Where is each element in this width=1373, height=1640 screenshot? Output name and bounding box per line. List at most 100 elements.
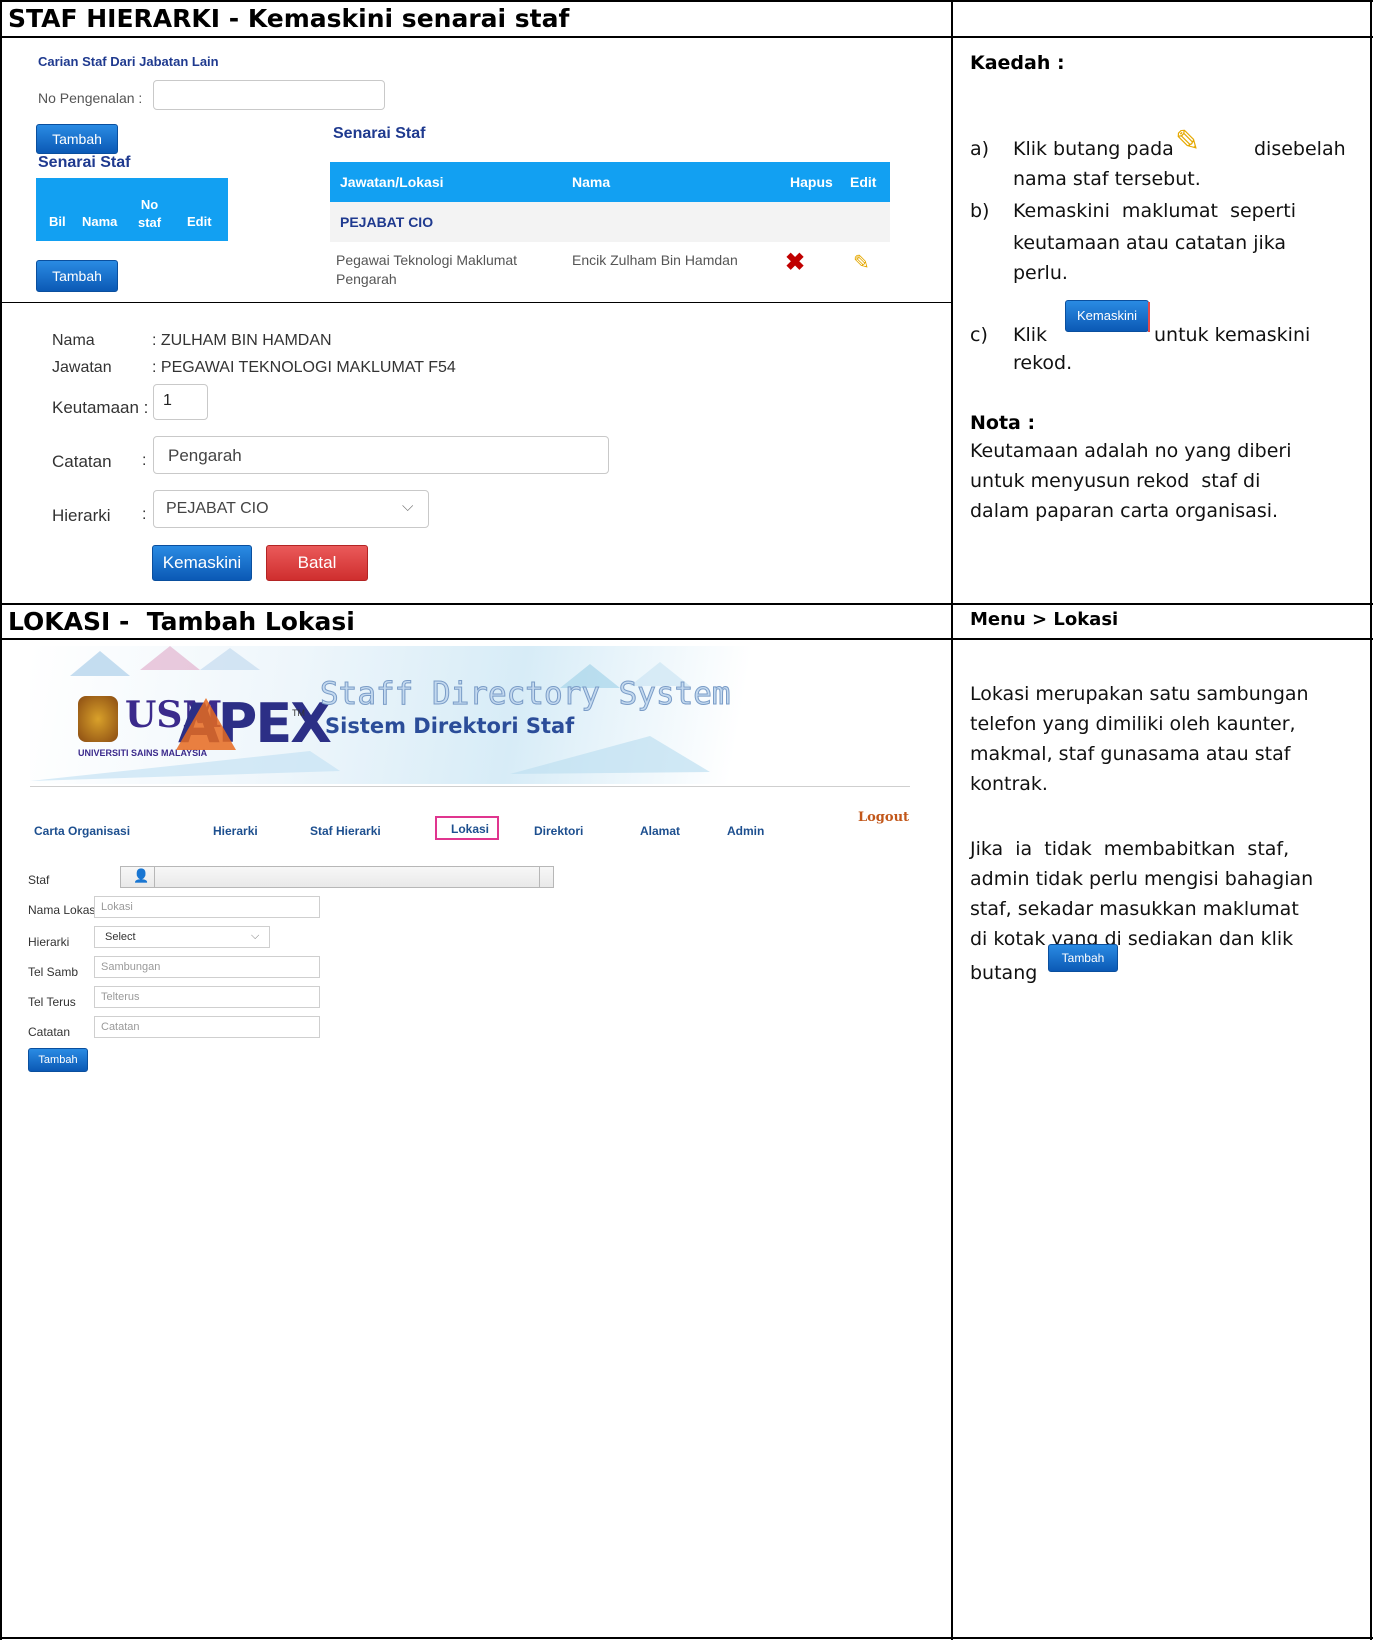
- desc-line9: butang: [970, 962, 1038, 984]
- hierarki-select[interactable]: PEJABAT CIO ⌵: [153, 490, 429, 528]
- tel-terus-input[interactable]: Telterus: [94, 986, 320, 1008]
- nama-lokasi-label: Nama Lokasi: [28, 903, 99, 917]
- chevron-down-icon: ⌵: [251, 930, 260, 942]
- update-button[interactable]: Kemaskini: [152, 545, 252, 581]
- step-a-post: disebelah: [1254, 138, 1346, 160]
- border-left: [0, 0, 2, 1640]
- id-input[interactable]: [153, 80, 385, 110]
- form-jawatan-label: Jawatan: [52, 359, 112, 376]
- id-label: No Pengenalan :: [38, 90, 143, 106]
- border-divider: [951, 0, 953, 1640]
- section1-title: STAF HIERARKI - Kemaskini senarai staf: [8, 4, 570, 33]
- border-sec2-head: [0, 638, 1373, 640]
- nav-carta-organisasi[interactable]: Carta Organisasi: [34, 824, 130, 838]
- hierarki-label: Hierarki: [28, 935, 70, 949]
- border-top: [0, 0, 1373, 2]
- step-c-pre: Klik: [1013, 324, 1048, 346]
- desc-line6: admin tidak perlu mengisi bahagian: [970, 868, 1314, 890]
- col-hapus: Hapus: [790, 174, 833, 190]
- hierarki-dropdown[interactable]: Select ⌵: [94, 926, 270, 948]
- banner-title-en: Staff Directory System: [320, 676, 732, 713]
- row-position-1: Pegawai Teknologi Maklumat: [336, 252, 518, 268]
- form-hierarki-colon: :: [142, 506, 147, 523]
- form-nama-label: Nama: [52, 332, 95, 349]
- step-b-letter: b): [970, 200, 990, 222]
- form-jawatan-value: : PEGAWAI TEKNOLOGI MAKLUMAT F54: [152, 359, 456, 376]
- col-no-staf: No staf: [138, 197, 162, 230]
- chevron-down-icon: ⌵: [402, 498, 414, 515]
- nama-lokasi-input[interactable]: Lokasi: [94, 896, 320, 918]
- lokasi-add-button[interactable]: Tambah: [28, 1048, 88, 1072]
- tel-samb-input[interactable]: Sambungan: [94, 956, 320, 978]
- left-list-title: Senarai Staf: [38, 154, 131, 171]
- form-keutamaan-label: Keutamaan :: [52, 398, 149, 417]
- step-a-pre: Klik butang pada: [1013, 138, 1174, 160]
- border-bottom: [0, 1637, 1373, 1639]
- left-add-button[interactable]: Tambah: [36, 260, 118, 292]
- form-nama-value: : ZULHAM BIN HAMDAN: [152, 332, 332, 349]
- delete-icon[interactable]: ✖: [785, 248, 805, 277]
- banner-title-ms: Sistem Direktori Staf: [325, 714, 575, 738]
- nav-direktori[interactable]: Direktori: [534, 824, 583, 838]
- tm-mark: TM: [292, 708, 305, 718]
- desc-line2: telefon yang dimiliki oleh kaunter,: [970, 713, 1296, 735]
- catatan-input-2[interactable]: Catatan: [94, 1016, 320, 1038]
- border-head1: [0, 36, 1373, 38]
- banner: USM UNIVERSITI SAINS MALAYSIA APEX TM St…: [30, 646, 910, 784]
- table-row: Pegawai Teknologi Maklumat Pengarah Enci…: [330, 242, 890, 292]
- catatan-input[interactable]: Pengarah: [153, 436, 609, 474]
- desc-line7: staf, sekadar masukkan maklumat: [970, 898, 1299, 920]
- row-name: Encik Zulham Bin Hamdan: [572, 252, 738, 268]
- nota-line3: dalam paparan carta organisasi.: [970, 500, 1279, 522]
- desc-line1: Lokasi merupakan satu sambungan: [970, 683, 1309, 705]
- step-a-letter: a): [970, 138, 990, 160]
- hierarki-value: PEJABAT CIO: [166, 500, 269, 517]
- catatan-value: Pengarah: [168, 446, 242, 465]
- col-edit-r: Edit: [850, 174, 877, 190]
- border-sec2-top: [0, 603, 1373, 605]
- form-catatan-label: Catatan: [52, 452, 112, 471]
- staf-field[interactable]: 👤: [120, 866, 554, 888]
- form-hierarki-label: Hierarki: [52, 506, 111, 525]
- desc-line3: makmal, staf gunasama atau staf: [970, 743, 1291, 765]
- step-a-line2: nama staf tersebut.: [1013, 168, 1201, 190]
- col-edit: Edit: [187, 214, 212, 229]
- apex-triangle-icon: [176, 698, 236, 750]
- keutamaan-input[interactable]: 1: [153, 384, 208, 420]
- section2-title: LOKASI - Tambah Lokasi: [8, 607, 355, 636]
- kaedah-title: Kaedah :: [970, 52, 1065, 74]
- staf-field-end: [539, 867, 540, 887]
- left-list-header: Bil Nama No staf Edit: [36, 178, 228, 241]
- col-nama-r: Nama: [572, 174, 611, 190]
- logout-button[interactable]: Logout: [858, 810, 909, 825]
- inline-button-edge: [1148, 302, 1150, 332]
- group-row: PEJABAT CIO: [330, 202, 890, 242]
- tel-samb-label: Tel Samb: [28, 965, 79, 979]
- nota-line1: Keutamaan adalah no yang diberi: [970, 440, 1292, 462]
- right-list-title: Senarai Staf: [333, 125, 426, 142]
- catatan-label-2: Catatan: [28, 1025, 71, 1039]
- desc-line5: Jika ia tidak membabitkan staf,: [970, 838, 1290, 860]
- col-jawatan: Jawatan/Lokasi: [340, 174, 444, 190]
- row-position-2: Pengarah: [336, 271, 397, 287]
- border-mid: [0, 302, 952, 303]
- nav-staf-hierarki[interactable]: Staf Hierarki: [310, 824, 381, 838]
- nav-hierarki[interactable]: Hierarki: [213, 824, 258, 838]
- col-bil: Bil: [49, 214, 66, 229]
- step-b-line1: Kemaskini maklumat seperti: [1013, 200, 1296, 222]
- pencil-icon[interactable]: ✎: [853, 250, 870, 275]
- nav-alamat[interactable]: Alamat: [640, 824, 680, 838]
- usm-crest-icon: [78, 696, 118, 742]
- menu-path: Menu > Lokasi: [970, 609, 1119, 630]
- inline-tambah-button: Tambah: [1048, 944, 1118, 972]
- pencil-icon: ✎: [1175, 125, 1201, 158]
- search-add-button[interactable]: Tambah: [36, 124, 118, 154]
- nav-admin[interactable]: Admin: [727, 824, 764, 838]
- cancel-button[interactable]: Batal: [266, 545, 368, 581]
- step-b-line3: perlu.: [1013, 262, 1068, 284]
- right-list-header: Jawatan/Lokasi Nama Hapus Edit: [330, 162, 890, 202]
- hierarki-dropdown-value: Select: [105, 931, 136, 943]
- nav-lokasi[interactable]: Lokasi: [451, 822, 489, 836]
- nota-line2: untuk menyusun rekod staf di: [970, 470, 1261, 492]
- group-label: PEJABAT CIO: [340, 214, 434, 230]
